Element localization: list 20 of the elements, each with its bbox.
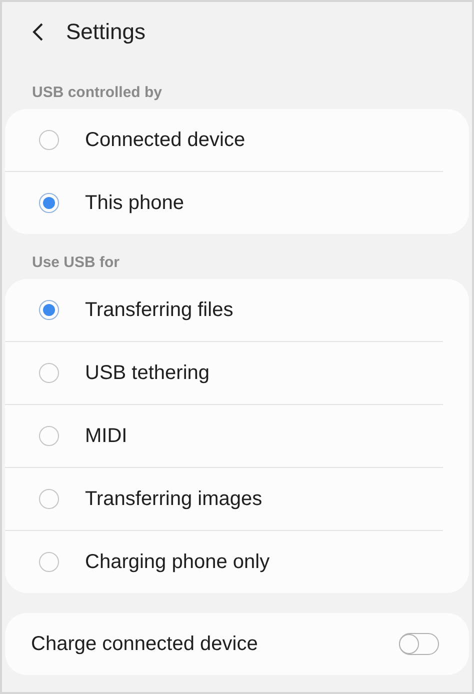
toggle-switch[interactable]: [399, 633, 439, 655]
radio-button[interactable]: [39, 130, 59, 150]
page-title: Settings: [66, 19, 146, 45]
option-label[interactable]: This phone: [85, 192, 184, 214]
radio-button[interactable]: [39, 552, 59, 572]
back-icon: [32, 22, 44, 42]
toggle-label: Charge connected device: [31, 632, 258, 656]
section-label: Use USB for: [31, 254, 121, 271]
radio-button[interactable]: [39, 426, 59, 446]
option-label[interactable]: Transferring images: [85, 488, 262, 510]
radio-button[interactable]: [39, 193, 59, 213]
option-label[interactable]: Connected device: [85, 128, 246, 152]
radio-button[interactable]: [39, 300, 59, 320]
radio-button[interactable]: [39, 363, 59, 383]
option-label[interactable]: MIDI: [85, 424, 128, 448]
option-label[interactable]: Transferring files: [85, 298, 234, 322]
option-label[interactable]: Charging phone only: [85, 550, 270, 574]
section-label: USB controlled by: [31, 84, 164, 101]
option-label[interactable]: USB tethering: [85, 362, 210, 384]
radio-button[interactable]: [39, 489, 59, 509]
